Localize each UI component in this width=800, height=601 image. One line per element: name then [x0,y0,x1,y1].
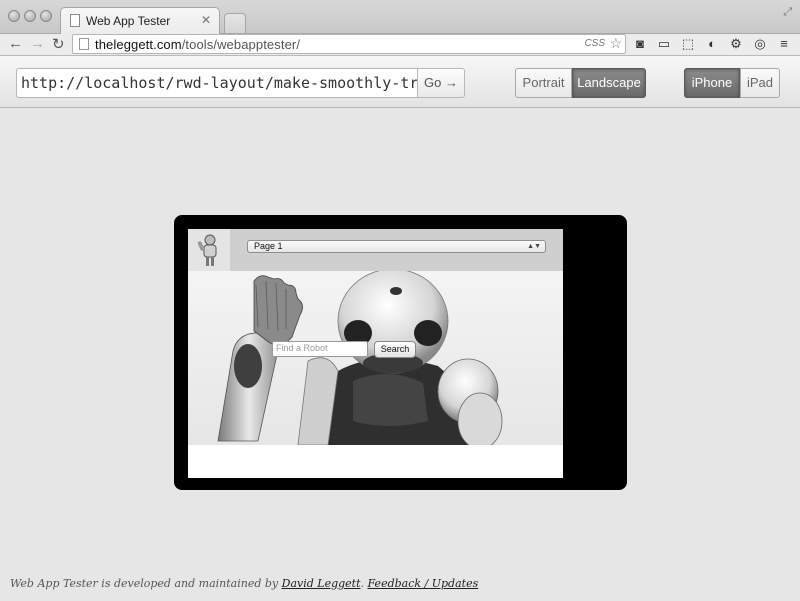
swirl-extension-icon[interactable]: ◎ [752,36,768,52]
portrait-button[interactable]: Portrait [515,68,572,98]
device-frame: Page 1 ▲▼ Find a Robot Search [174,215,627,490]
settings-extension-icon[interactable]: ⚙ [728,36,744,52]
robot-search-input[interactable]: Find a Robot [272,341,368,357]
select-arrows-icon: ▲▼ [527,243,541,250]
menu-icon[interactable]: ≡ [776,36,792,52]
feedback-link[interactable]: Feedback / Updates [368,577,479,590]
browser-tab-strip: Web App Tester ✕ ⤢ [0,0,800,34]
page-select[interactable]: Page 1 ▲▼ [247,240,546,253]
reload-icon[interactable]: ↻ [52,35,65,53]
new-tab-button[interactable] [224,13,246,33]
tester-header: http://localhost/rwd-layout/make-smoothl… [0,56,800,108]
robot-image [217,268,503,450]
css-indicator-icon[interactable]: CSS [584,38,605,49]
site-header: Page 1 ▲▼ [188,229,563,271]
address-bar[interactable]: theleggett.com/tools/webapptester/ CSS ☆ [72,34,626,54]
close-tab-icon[interactable]: ✕ [201,13,211,27]
go-button[interactable]: Go → [417,68,465,98]
screenshot-extension-icon[interactable]: ⬚ [680,36,696,52]
tab-title: Web App Tester [86,14,171,28]
robot-search-button[interactable]: Search [374,341,416,358]
footer-credit: Web App Tester is developed and maintain… [10,577,478,590]
footer-text: Web App Tester is developed and maintain… [10,577,282,590]
iphone-button[interactable]: iPhone [684,68,740,98]
bookmark-star-icon[interactable]: ☆ [609,35,622,52]
close-window-button[interactable] [8,10,20,22]
zoom-window-button[interactable] [40,10,52,22]
back-icon[interactable]: ← [8,35,23,52]
ipad-button[interactable]: iPad [740,68,780,98]
footer-separator: . [360,577,368,590]
robot-logo-icon [197,234,217,266]
ruler-extension-icon[interactable]: ▭ [656,36,672,52]
robot-logo[interactable] [188,229,230,271]
test-url-input[interactable]: http://localhost/rwd-layout/make-smoothl… [16,68,417,98]
forward-icon[interactable]: → [30,35,45,52]
page-icon [79,38,89,50]
landscape-button[interactable]: Landscape [572,68,646,98]
page-icon [70,14,80,27]
clock-extension-icon[interactable]: ◐ [704,36,720,52]
minimize-window-button[interactable] [24,10,36,22]
address-url: theleggett.com/tools/webapptester/ [95,37,301,52]
author-link[interactable]: David Leggett [282,577,361,590]
browser-toolbar: ← → ↻ theleggett.com/tools/webapptester/… [0,34,800,56]
glasses-extension-icon[interactable]: ◙ [632,36,648,52]
robot-hero-image: Find a Robot Search [188,268,563,450]
page-select-value: Page 1 [254,241,283,251]
device-screen[interactable]: Page 1 ▲▼ Find a Robot Search [188,229,563,478]
browser-tab[interactable]: Web App Tester ✕ [60,7,220,34]
fullscreen-icon[interactable]: ⤢ [783,6,792,19]
